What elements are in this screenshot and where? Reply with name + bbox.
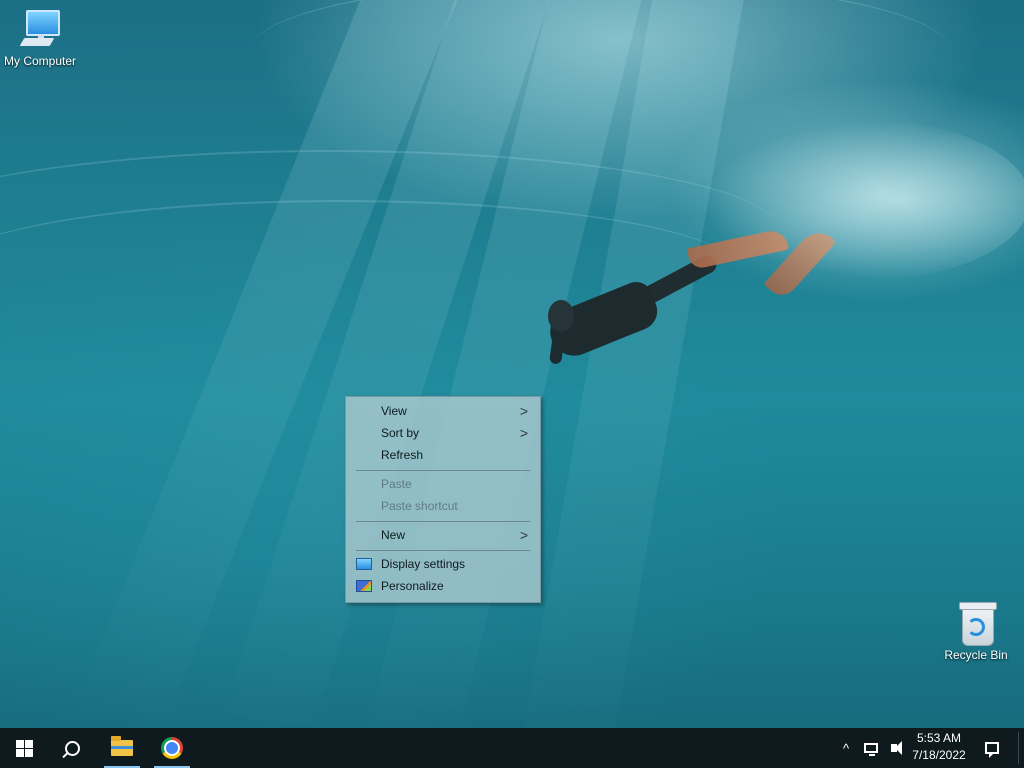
menu-item-view[interactable]: View > bbox=[348, 400, 538, 422]
taskbar: ^ 5:53 AM 7/18/2022 bbox=[0, 728, 1024, 768]
taskbar-chrome[interactable] bbox=[152, 728, 192, 768]
search-icon bbox=[61, 740, 80, 758]
desktop-icon-label: My Computer bbox=[3, 54, 77, 68]
notifications-button[interactable] bbox=[980, 728, 1004, 768]
menu-separator bbox=[356, 470, 530, 471]
menu-item-label: Display settings bbox=[381, 557, 466, 571]
menu-separator bbox=[356, 521, 530, 522]
menu-item-display-settings[interactable]: Display settings bbox=[348, 553, 538, 575]
chevron-right-icon: > bbox=[519, 403, 528, 419]
menu-item-label: Paste bbox=[381, 477, 412, 491]
desktop-icon-my-computer[interactable]: My Computer bbox=[0, 8, 80, 68]
menu-item-label: Personalize bbox=[381, 579, 444, 593]
menu-item-paste: Paste bbox=[348, 473, 538, 495]
notification-icon bbox=[985, 742, 999, 758]
desktop-icon-recycle-bin[interactable]: Recycle Bin bbox=[936, 602, 1016, 662]
chevron-up-icon: ^ bbox=[842, 740, 850, 756]
file-explorer-icon bbox=[111, 736, 133, 756]
menu-item-label: Sort by bbox=[381, 426, 420, 440]
computer-icon bbox=[18, 8, 62, 52]
menu-item-paste-shortcut: Paste shortcut bbox=[348, 495, 538, 517]
personalize-icon bbox=[356, 580, 372, 592]
desktop-icon-label: Recycle Bin bbox=[944, 648, 1008, 662]
network-button[interactable] bbox=[860, 728, 882, 768]
network-icon bbox=[864, 743, 878, 756]
chevron-right-icon: > bbox=[519, 425, 528, 441]
menu-item-new[interactable]: New > bbox=[348, 524, 538, 546]
desktop[interactable]: My Computer Recycle Bin View > Sort by >… bbox=[0, 0, 1024, 728]
display-icon bbox=[356, 558, 372, 570]
menu-item-label: Refresh bbox=[381, 448, 424, 462]
clock-time: 5:53 AM bbox=[916, 731, 962, 745]
menu-item-label: View bbox=[381, 404, 407, 418]
wallpaper-diver-head bbox=[548, 300, 574, 332]
show-desktop-button[interactable] bbox=[1018, 732, 1019, 764]
desktop-context-menu: View > Sort by > Refresh Paste Paste sho… bbox=[345, 396, 541, 603]
menu-item-label: New bbox=[381, 528, 406, 542]
show-hidden-icons-button[interactable]: ^ bbox=[836, 728, 856, 768]
menu-item-sort-by[interactable]: Sort by > bbox=[348, 422, 538, 444]
menu-item-personalize[interactable]: Personalize bbox=[348, 575, 538, 597]
taskbar-file-explorer[interactable] bbox=[102, 728, 142, 768]
search-button[interactable] bbox=[48, 728, 96, 768]
clock-date: 7/18/2022 bbox=[912, 748, 966, 762]
speaker-icon bbox=[891, 741, 902, 755]
windows-start-icon bbox=[15, 739, 33, 757]
start-button[interactable] bbox=[0, 728, 48, 768]
menu-item-refresh[interactable]: Refresh bbox=[348, 444, 538, 466]
volume-button[interactable] bbox=[884, 728, 904, 768]
chevron-right-icon: > bbox=[519, 527, 528, 543]
clock[interactable]: 5:53 AM 7/18/2022 bbox=[905, 730, 973, 766]
menu-item-label: Paste shortcut bbox=[381, 499, 458, 513]
recycle-bin-icon bbox=[954, 602, 998, 646]
menu-separator bbox=[356, 550, 530, 551]
chrome-icon bbox=[161, 737, 183, 759]
